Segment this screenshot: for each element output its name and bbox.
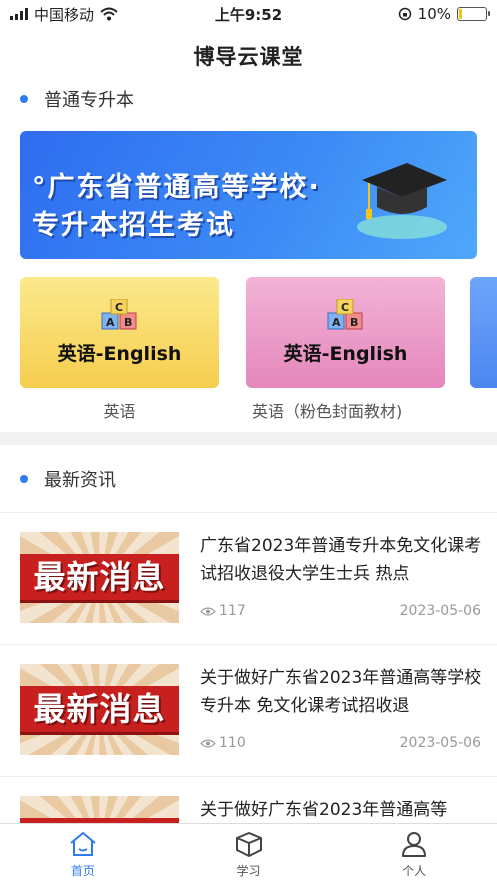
page-title: 博导云课堂: [193, 45, 304, 69]
orientation-lock-icon: [398, 7, 411, 21]
course-cover-title: 英语-English: [283, 343, 408, 365]
battery-percent: 10%: [417, 5, 451, 23]
carrier-label: 中国移动: [34, 5, 95, 24]
news-title: 广东省2023年普通专升本免文化课考试招收退役大学生士兵 热点: [200, 536, 482, 584]
svg-text:A: A: [106, 316, 115, 329]
banner-line-2: 专升本招生考试: [32, 210, 235, 241]
section-regular: 普通专升本 °广东省普通高等学校· 专升本招生考试 A B C 英语-Engli…: [0, 84, 497, 432]
course-cover: A B C 英语-English: [246, 277, 445, 388]
signal-icon: [10, 8, 28, 20]
course-card[interactable]: A B C 英语-English 英语（粉色封面教材): [246, 277, 445, 422]
news-thumbnail: 最新消息: [20, 664, 179, 755]
course-caption: 英语: [103, 402, 136, 421]
section-dot-icon: [20, 474, 28, 483]
eye-icon: [200, 738, 216, 748]
wifi-icon: [100, 7, 118, 21]
news-item[interactable]: 最新消息 关于做好广东省2023年普通高等学校专升本 免文化课考试招收退 110…: [0, 645, 497, 777]
news-date: 2023-05-06: [399, 603, 481, 619]
course-cards: A B C 英语-English 英语 A B C 英语-English 英语（…: [20, 277, 445, 422]
eye-icon: [200, 606, 216, 616]
section-news: 最新资讯 最新消息 广东省2023年普通专升本免文化课考试招收退役大学生士兵 热…: [0, 445, 497, 823]
course-cover-title: 英语-English: [57, 343, 182, 365]
news-date: 2023-05-06: [399, 735, 481, 751]
nav-bar: 博导云课堂: [0, 28, 497, 84]
cube-book-icon: [235, 832, 262, 857]
news-thumb-text: 最新消息: [20, 686, 179, 732]
svg-text:C: C: [341, 301, 349, 314]
news-views: 117: [200, 603, 246, 619]
course-cover: A B C 英语-English: [20, 277, 219, 388]
course-card-partial[interactable]: [470, 277, 497, 388]
news-title: 关于做好广东省2023年普通高等学校专升本 免文化课考试招收退: [200, 668, 482, 716]
section-header-regular: 普通专升本: [0, 84, 497, 114]
tab-home[interactable]: 首页: [0, 824, 166, 883]
news-item[interactable]: 最新消息 关于做好广东省2023年普通高等: [0, 777, 497, 823]
tab-study[interactable]: 学习: [166, 824, 332, 883]
status-bar: 中国移动 上午9:52 10%: [0, 0, 497, 28]
tab-home-label: 首页: [70, 864, 95, 878]
news-thumb-text: 最新消息: [20, 554, 179, 600]
home-icon: [70, 832, 96, 856]
status-right: 10%: [317, 5, 490, 23]
tab-study-label: 学习: [236, 864, 261, 878]
svg-text:A: A: [332, 316, 341, 329]
news-view-count: 110: [219, 735, 246, 751]
news-meta: 117 2023-05-06: [200, 603, 481, 619]
section-dot-icon: [20, 95, 28, 103]
svg-text:C: C: [115, 301, 123, 314]
tab-profile-label: 个人: [402, 864, 427, 878]
news-views: 110: [200, 735, 246, 751]
tab-profile[interactable]: 个人: [331, 824, 497, 883]
news-thumbnail: 最新消息: [20, 532, 179, 623]
news-thumbnail: 最新消息: [20, 796, 179, 823]
graduation-cap-icon: [357, 163, 447, 239]
tab-bar: 首页 学习 个人: [0, 823, 497, 883]
person-icon: [402, 832, 427, 857]
banner-line-1: °广东省普通高等学校·: [32, 172, 321, 203]
course-caption: 英语（粉色封面教材): [252, 402, 403, 421]
svg-text:B: B: [124, 316, 132, 329]
news-item[interactable]: 最新消息 广东省2023年普通专升本免文化课考试招收退役大学生士兵 热点 117…: [0, 513, 497, 645]
section-title: 最新资讯: [44, 469, 116, 491]
promo-banner[interactable]: °广东省普通高等学校· 专升本招生考试: [20, 131, 477, 259]
status-time: 上午9:52: [214, 5, 283, 24]
abc-blocks-icon: A B C: [101, 299, 136, 330]
course-card[interactable]: A B C 英语-English 英语: [20, 277, 219, 422]
svg-text:B: B: [350, 316, 358, 329]
news-meta: 110 2023-05-06: [200, 735, 481, 751]
battery-icon: [457, 7, 490, 21]
news-view-count: 117: [219, 603, 246, 619]
abc-blocks-icon: A B C: [327, 299, 362, 330]
section-header-news: 最新资讯: [0, 445, 497, 513]
battery-level: [459, 9, 462, 19]
news-title: 关于做好广东省2023年普通高等: [200, 800, 448, 820]
section-title: 普通专升本: [44, 90, 134, 111]
status-left: 中国移动: [10, 4, 180, 25]
